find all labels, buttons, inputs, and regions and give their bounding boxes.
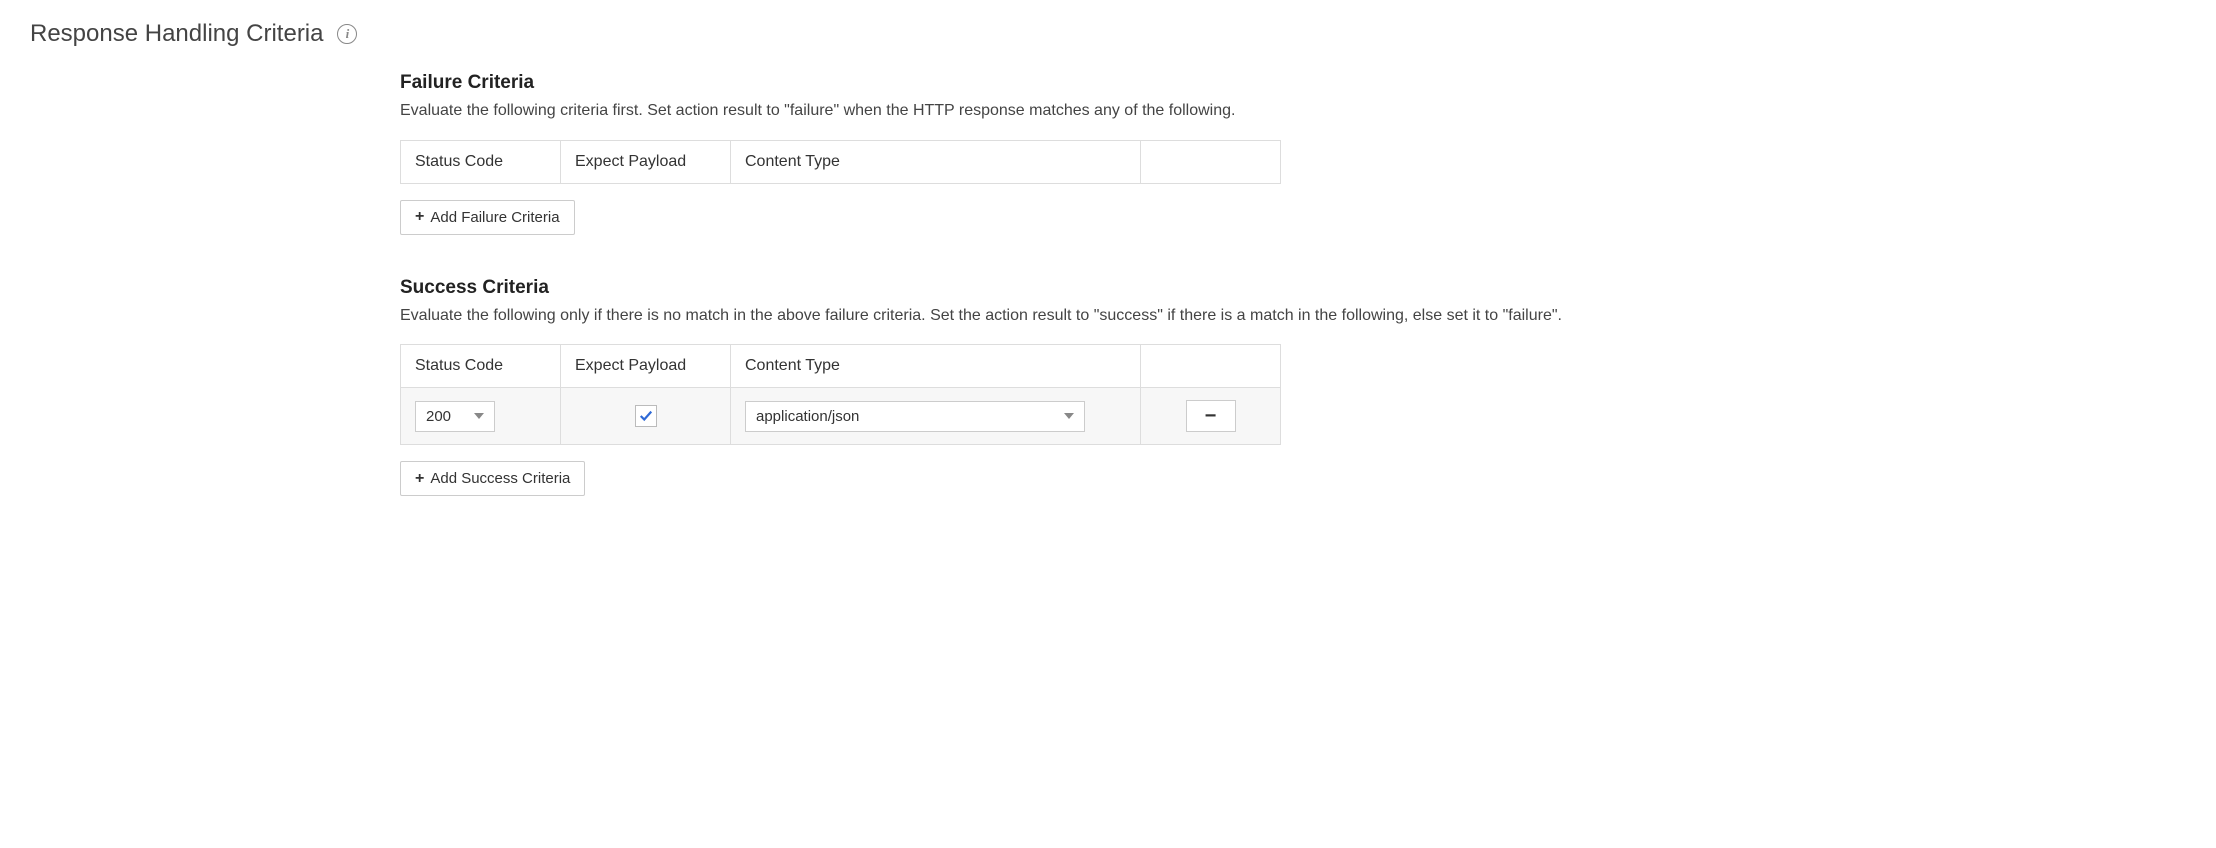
plus-icon: +	[415, 209, 424, 225]
failure-section: Failure Criteria Evaluate the following …	[400, 72, 1800, 235]
failure-title: Failure Criteria	[400, 72, 1800, 94]
check-icon	[639, 409, 653, 423]
success-title: Success Criteria	[400, 277, 1800, 299]
chevron-down-icon	[1064, 413, 1074, 419]
info-icon[interactable]: i	[337, 24, 357, 44]
add-failure-criteria-button[interactable]: + Add Failure Criteria	[400, 200, 575, 235]
col-actions	[1141, 345, 1281, 388]
col-content-type: Content Type	[731, 345, 1141, 388]
add-success-label: Add Success Criteria	[430, 470, 570, 487]
col-content-type: Content Type	[731, 140, 1141, 183]
page-title: Response Handling Criteria	[30, 20, 323, 48]
success-section: Success Criteria Evaluate the following …	[400, 277, 1800, 497]
table-row: 200 application/json	[401, 388, 1281, 445]
col-status-code: Status Code	[401, 140, 561, 183]
content-type-value: application/json	[756, 408, 859, 425]
status-code-select[interactable]: 200	[415, 401, 495, 432]
failure-table: Status Code Expect Payload Content Type	[400, 140, 1281, 184]
remove-row-button[interactable]: −	[1186, 400, 1236, 432]
status-code-value: 200	[426, 408, 451, 425]
col-expect-payload: Expect Payload	[561, 345, 731, 388]
add-success-criteria-button[interactable]: + Add Success Criteria	[400, 461, 585, 496]
col-status-code: Status Code	[401, 345, 561, 388]
minus-icon: −	[1205, 405, 1217, 428]
col-actions	[1141, 140, 1281, 183]
failure-description: Evaluate the following criteria first. S…	[400, 100, 1800, 122]
content-type-select[interactable]: application/json	[745, 401, 1085, 432]
success-table: Status Code Expect Payload Content Type …	[400, 344, 1281, 445]
chevron-down-icon	[474, 413, 484, 419]
col-expect-payload: Expect Payload	[561, 140, 731, 183]
add-failure-label: Add Failure Criteria	[430, 209, 559, 226]
plus-icon: +	[415, 471, 424, 487]
expect-payload-checkbox[interactable]	[635, 405, 657, 427]
success-description: Evaluate the following only if there is …	[400, 305, 1800, 327]
